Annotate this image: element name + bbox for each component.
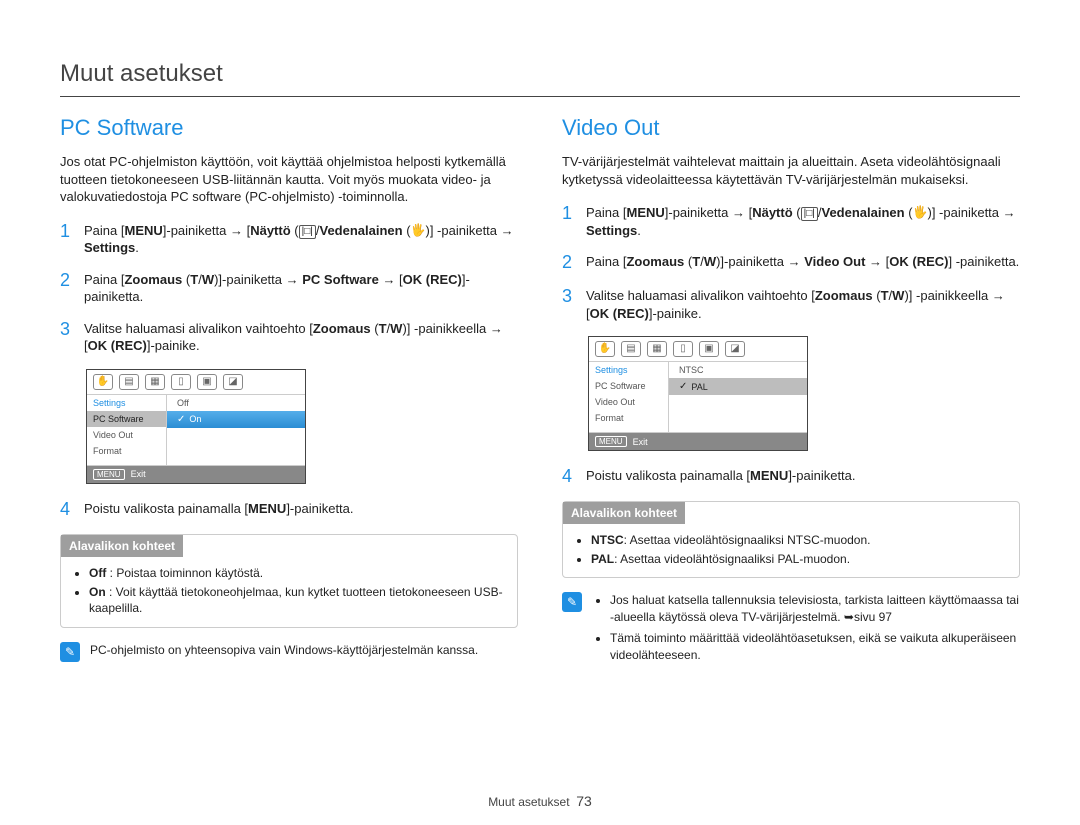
- pc-software-intro: Jos otat PC-ohjelmiston käyttöön, voit k…: [60, 153, 518, 206]
- note-text: PC-ohjelmisto on yhteensopiva vain Windo…: [90, 642, 518, 662]
- tab-icon: ▣: [699, 341, 719, 357]
- menu-pill: MENU: [93, 469, 125, 480]
- menu-pill: MENU: [595, 436, 627, 447]
- screen-exit-label: Exit: [633, 437, 648, 447]
- submenu-box-left: Alavalikon kohteet Off : Poistaa toiminn…: [60, 534, 518, 628]
- step-2-left: 2 Paina [Zoomaus (T/W)]-painiketta → PC …: [60, 271, 518, 306]
- columns: PC Software Jos otat PC-ohjelmiston käyt…: [60, 115, 1020, 668]
- step-text: Paina [MENU]-painiketta → [Näyttö (|□|/V…: [586, 204, 1020, 239]
- tab-icon: ▣: [197, 374, 217, 390]
- display-icon: |□|: [299, 225, 316, 239]
- note-text: Jos haluat katsella tallennuksia televis…: [592, 592, 1020, 667]
- footer-label: Muut asetukset: [488, 795, 569, 809]
- step-text: Poistu valikosta painamalla [MENU]-paini…: [84, 500, 354, 520]
- screen-left-item: Video Out: [589, 394, 668, 410]
- note-item: Tämä toiminto määrittää videolähtöasetuk…: [610, 630, 1020, 664]
- screen-tabs: ✋ ▤ ▦ ▯ ▣ ◪: [87, 370, 305, 395]
- screen-mock-video-out: ✋ ▤ ▦ ▯ ▣ ◪ Settings PC Software Video O…: [588, 336, 808, 451]
- submenu-body: Off : Poistaa toiminnon käytöstä. On : V…: [61, 557, 517, 627]
- check-icon: ✓: [177, 414, 185, 425]
- screen-right-item: Off: [167, 395, 305, 411]
- tab-icon: ✋: [93, 374, 113, 390]
- tab-icon: ▯: [673, 341, 693, 357]
- note-left: ✎ PC-ohjelmisto on yhteensopiva vain Win…: [60, 642, 518, 662]
- tab-icon: ▯: [171, 374, 191, 390]
- step-num: 2: [60, 271, 74, 306]
- tab-icon: ◪: [223, 374, 243, 390]
- note-icon: ✎: [562, 592, 582, 612]
- step-1-right: 1 Paina [MENU]-painiketta → [Näyttö (|□|…: [562, 204, 1020, 239]
- step-3-left: 3 Valitse haluamasi alivalikon vaihtoeht…: [60, 320, 518, 355]
- step-4-right: 4 Poistu valikosta painamalla [MENU]-pai…: [562, 467, 1020, 487]
- screen-footer: MENU Exit: [589, 432, 807, 450]
- page-number: 73: [576, 793, 592, 809]
- step-text: Paina [MENU]-painiketta → [Näyttö (|□|/V…: [84, 222, 518, 257]
- step-num: 4: [562, 467, 576, 487]
- step-num: 3: [562, 287, 576, 322]
- main-title: Muut asetukset: [60, 60, 1020, 88]
- submenu-body: NTSC: Asettaa videolähtösignaaliksi NTSC…: [563, 524, 1019, 578]
- step-text: Poistu valikosta painamalla [MENU]-paini…: [586, 467, 856, 487]
- screen-settings-label: Settings: [87, 395, 166, 411]
- screen-left-item: Format: [87, 443, 166, 459]
- screen-settings-label: Settings: [589, 362, 668, 378]
- submenu-box-right: Alavalikon kohteet NTSC: Asettaa videolä…: [562, 501, 1020, 579]
- step-num: 1: [60, 222, 74, 257]
- screen-right-item: ✓On: [167, 411, 305, 428]
- tab-icon: ▤: [119, 374, 139, 390]
- screen-footer: MENU Exit: [87, 465, 305, 483]
- step-4-left: 4 Poistu valikosta painamalla [MENU]-pai…: [60, 500, 518, 520]
- pc-software-heading: PC Software: [60, 115, 518, 141]
- title-divider: [60, 96, 1020, 97]
- video-out-heading: Video Out: [562, 115, 1020, 141]
- step-num: 1: [562, 204, 576, 239]
- submenu-header: Alavalikon kohteet: [563, 502, 685, 524]
- screen-left-item: PC Software: [589, 378, 668, 394]
- page-footer: Muut asetukset 73: [0, 793, 1080, 809]
- screen-right-list: NTSC ✓PAL: [669, 362, 807, 432]
- submenu-item: NTSC: Asettaa videolähtösignaaliksi NTSC…: [591, 532, 1009, 549]
- tab-icon: ✋: [595, 341, 615, 357]
- submenu-item: On : Voit käyttää tietokoneohjelmaa, kun…: [89, 584, 507, 618]
- screen-right-item: ✓PAL: [669, 378, 807, 395]
- right-column: Video Out TV-värijärjestelmät vaihteleva…: [562, 115, 1020, 668]
- underwater-icon: 🖐: [411, 224, 426, 236]
- submenu-item: PAL: Asettaa videolähtösignaaliksi PAL-m…: [591, 551, 1009, 568]
- screen-right-list: Off ✓On: [167, 395, 305, 465]
- step-3-right: 3 Valitse haluamasi alivalikon vaihtoeht…: [562, 287, 1020, 322]
- step-2-right: 2 Paina [Zoomaus (T/W)]-painiketta → Vid…: [562, 253, 1020, 273]
- screen-mock-pc-software: ✋ ▤ ▦ ▯ ▣ ◪ Settings PC Software Video O…: [86, 369, 306, 484]
- display-icon: |□|: [801, 207, 818, 221]
- submenu-header: Alavalikon kohteet: [61, 535, 183, 557]
- step-text: Paina [Zoomaus (T/W)]-painiketta → Video…: [586, 253, 1019, 273]
- submenu-item: Off : Poistaa toiminnon käytöstä.: [89, 565, 507, 582]
- step-num: 2: [562, 253, 576, 273]
- screen-left-item: Video Out: [87, 427, 166, 443]
- tab-icon: ▤: [621, 341, 641, 357]
- step-text: Valitse haluamasi alivalikon vaihtoehto …: [586, 287, 1020, 322]
- note-item: Jos haluat katsella tallennuksia televis…: [610, 592, 1020, 626]
- step-num: 4: [60, 500, 74, 520]
- step-text: Valitse haluamasi alivalikon vaihtoehto …: [84, 320, 518, 355]
- screen-tabs: ✋ ▤ ▦ ▯ ▣ ◪: [589, 337, 807, 362]
- left-column: PC Software Jos otat PC-ohjelmiston käyt…: [60, 115, 518, 668]
- screen-left-list: Settings PC Software Video Out Format: [87, 395, 167, 465]
- note-right: ✎ Jos haluat katsella tallennuksia telev…: [562, 592, 1020, 667]
- screen-exit-label: Exit: [131, 469, 146, 479]
- screen-left-list: Settings PC Software Video Out Format: [589, 362, 669, 432]
- check-icon: ✓: [679, 381, 687, 392]
- screen-left-item: PC Software: [87, 411, 166, 427]
- screen-left-item: Format: [589, 410, 668, 426]
- note-icon: ✎: [60, 642, 80, 662]
- step-text: Paina [Zoomaus (T/W)]-painiketta → PC So…: [84, 271, 518, 306]
- tab-icon: ▦: [647, 341, 667, 357]
- step-num: 3: [60, 320, 74, 355]
- step-1-left: 1 Paina [MENU]-painiketta → [Näyttö (|□|…: [60, 222, 518, 257]
- screen-right-item: NTSC: [669, 362, 807, 378]
- tab-icon: ▦: [145, 374, 165, 390]
- tab-icon: ◪: [725, 341, 745, 357]
- underwater-icon: 🖐: [913, 206, 928, 218]
- video-out-intro: TV-värijärjestelmät vaihtelevat maittain…: [562, 153, 1020, 188]
